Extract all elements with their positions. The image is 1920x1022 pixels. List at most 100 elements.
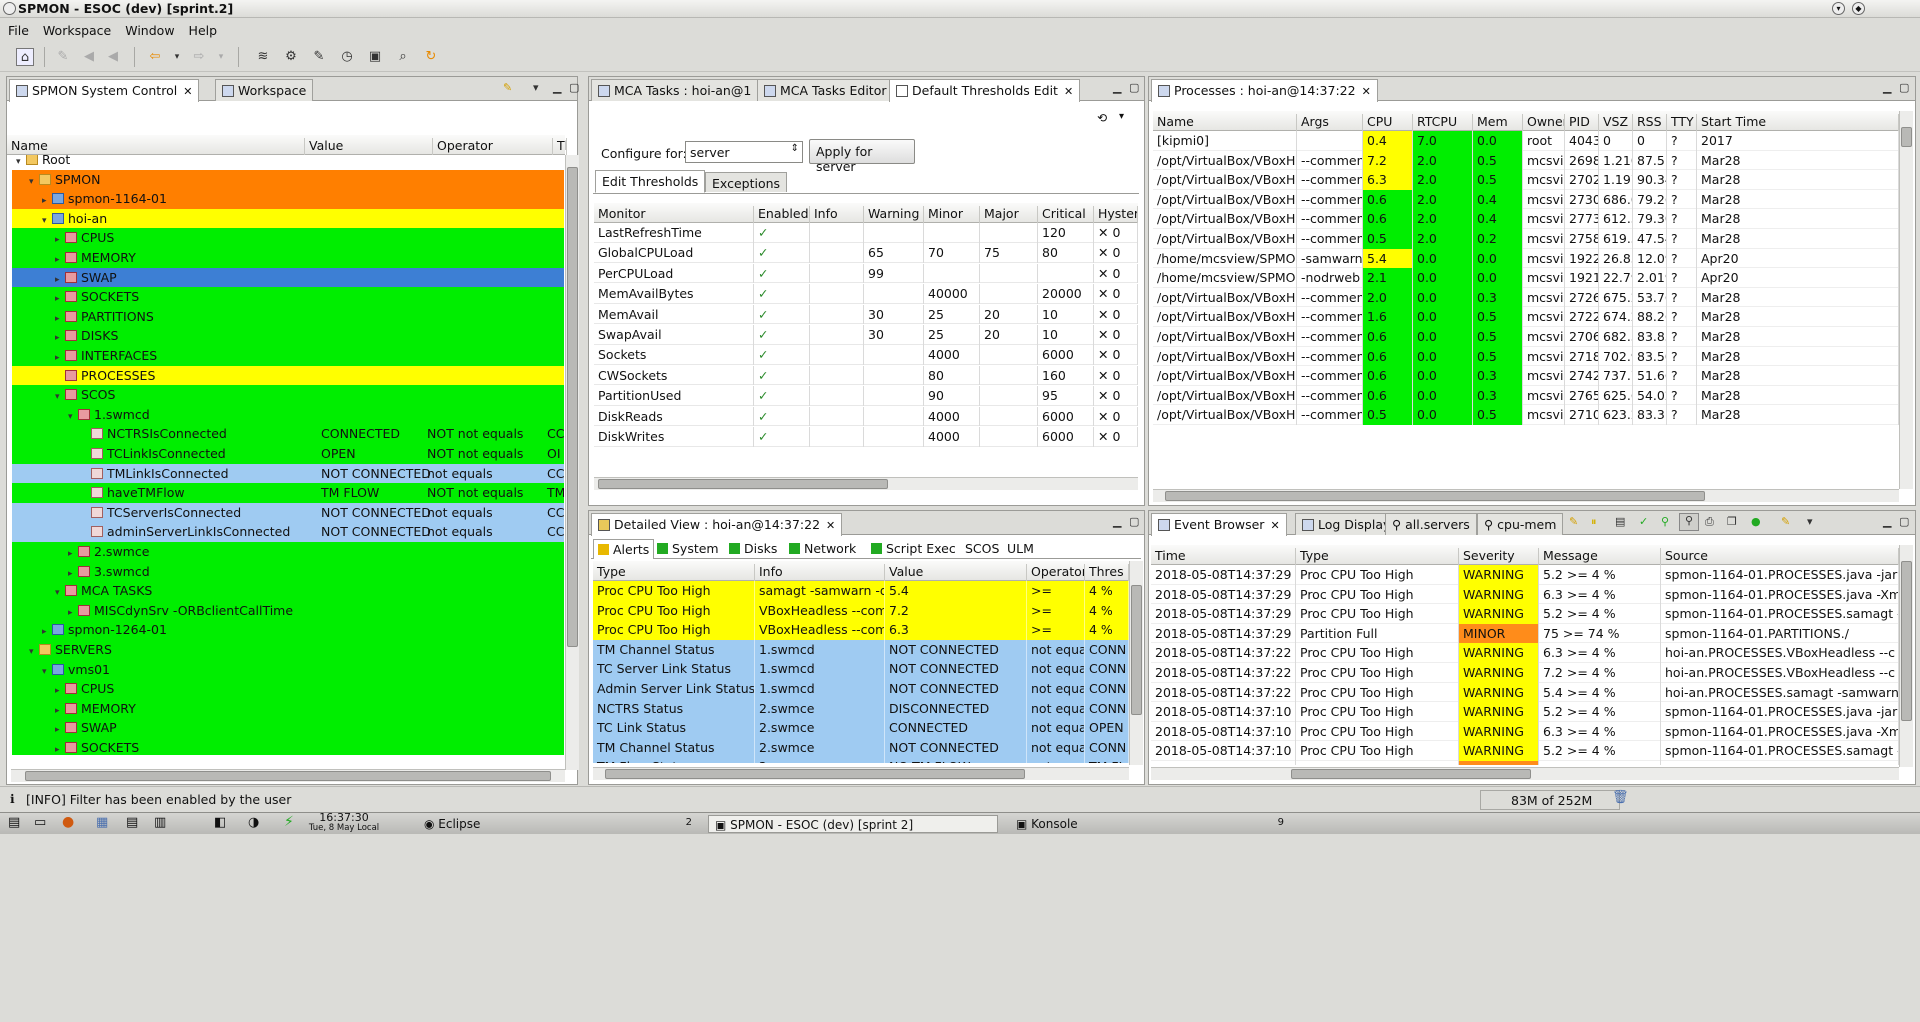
enabled-check[interactable]: ✓ <box>754 386 810 406</box>
tree-row[interactable]: ▾ SPMON <box>12 169 564 190</box>
back-icon[interactable]: ⇦ <box>146 48 164 66</box>
col-type[interactable]: Type <box>593 564 755 581</box>
terminal-icon[interactable]: ▣ <box>366 48 384 66</box>
process-row[interactable]: /opt/VirtualBox/VBoxHeadless--comment v0… <box>1153 346 1899 367</box>
tree-row[interactable]: ▾ SCOS <box>12 385 564 405</box>
subtab-system[interactable]: System <box>653 539 723 559</box>
threshold-value[interactable]: 160 <box>1038 365 1094 386</box>
tab-default-thresholds[interactable]: Default Thresholds Edit ✕ <box>889 79 1081 102</box>
col-hyster[interactable]: Hyster <box>1094 206 1138 223</box>
status-green-icon[interactable]: ● <box>1751 515 1761 528</box>
tab-event-browser[interactable]: Event Browser ✕ <box>1151 513 1287 536</box>
subtab-edit-thresholds[interactable]: Edit Thresholds <box>595 170 706 193</box>
threshold-value[interactable]: ✕ 0 <box>1094 304 1138 325</box>
tree-row[interactable]: ▸ spmon-1164-01 <box>12 189 564 209</box>
tree-row[interactable]: ▸ DISKS <box>12 326 564 346</box>
task-spmon[interactable]: ▣ SPMON - ESOC (dev) [sprint 2] <box>708 815 998 833</box>
tree-row[interactable]: ▸ SWAP <box>12 267 564 288</box>
detailed-hscroll[interactable] <box>593 767 1129 780</box>
detailed-vscroll[interactable] <box>1129 561 1143 765</box>
close-icon[interactable]: ✕ <box>1064 85 1073 98</box>
events-vscroll[interactable] <box>1899 545 1913 767</box>
threshold-value[interactable]: 90 <box>924 386 980 406</box>
tree-row[interactable]: ▾ SERVERS <box>12 640 564 660</box>
subtab-alerts[interactable]: Alerts <box>593 539 655 559</box>
tree-vscroll[interactable] <box>565 155 579 770</box>
threshold-value[interactable]: ✕ 0 <box>1094 406 1138 427</box>
col-info[interactable]: Info <box>810 206 864 223</box>
thresholds-hscroll[interactable] <box>594 477 1138 490</box>
threshold-value[interactable] <box>864 406 924 427</box>
alert-row[interactable]: TC Link Status 2.swmce CONNECTED not equal O… <box>593 718 1129 738</box>
threshold-value[interactable] <box>810 263 864 284</box>
enabled-check[interactable]: ✓ <box>754 223 810 243</box>
expand-arrow-icon[interactable]: ▾ <box>29 177 39 187</box>
expand-arrow-icon[interactable]: ▸ <box>55 745 65 755</box>
forward-icon[interactable]: ⇨ <box>190 48 208 66</box>
col-rtcpu[interactable]: RTCPU <box>1413 114 1473 131</box>
tab-detailed-view[interactable]: Detailed View : hoi-an@14:37:22 ✕ <box>591 513 843 536</box>
threshold-value[interactable]: 65 <box>864 243 924 263</box>
threshold-row[interactable]: GlobalCPULoad ✓ 65 70 75 80 ✕ 0 <box>594 243 1138 263</box>
tree-row[interactable]: ▸ 3.swmcd <box>12 561 564 582</box>
expand-arrow-icon[interactable]: ▸ <box>55 333 65 343</box>
process-row[interactable]: /home/mcsview/SPMON/SNM-nodrweb -d2.10.0… <box>1153 268 1899 288</box>
tray-icon[interactable]: ◧ <box>214 815 226 830</box>
threshold-value[interactable] <box>810 386 864 406</box>
col-severity[interactable]: Severity <box>1459 548 1539 565</box>
process-row[interactable]: /opt/VirtualBox/VBoxHeadless--comment v0… <box>1153 209 1899 229</box>
minimize-view-icon[interactable]: ▁ <box>553 81 561 94</box>
tree-row[interactable]: ▸ MEMORY <box>12 248 564 268</box>
threshold-value[interactable]: 30 <box>864 325 924 345</box>
process-row[interactable]: /opt/VirtualBox/VBoxHeadless--comment v0… <box>1153 385 1899 406</box>
threshold-value[interactable] <box>864 365 924 386</box>
app-launcher-icon[interactable]: ▤ <box>8 815 20 830</box>
task-eclipse[interactable]: ◉ Eclipse 2 <box>418 815 698 833</box>
expand-arrow-icon[interactable]: ▸ <box>68 608 78 618</box>
expand-arrow-icon[interactable]: ▸ <box>55 353 65 363</box>
sound-icon[interactable]: ◀ <box>104 48 122 66</box>
enabled-check[interactable]: ✓ <box>754 263 810 284</box>
event-row[interactable]: 2018-05-08T14:37:22 Proc CPU Too High WARN… <box>1151 663 1899 683</box>
expand-arrow-icon[interactable]: ▸ <box>42 196 52 206</box>
alert-row[interactable]: Proc CPU Too High VBoxHeadless --com 6.3 >=… <box>593 620 1129 640</box>
expand-arrow-icon[interactable]: ▸ <box>55 294 65 304</box>
tab-mca-tasks-editor[interactable]: MCA Tasks Editor <box>757 79 894 101</box>
alert-row[interactable]: TM Channel Status 2.swmce NOT CONNECTED not… <box>593 737 1129 758</box>
tree-row[interactable]: NCTRSIsConnected CONNECTED NOT not equals C… <box>12 424 564 444</box>
alert-row[interactable]: TM Flow Status2.swmceNO TM FLOWnot equal… <box>593 757 1129 763</box>
close-icon[interactable]: ✕ <box>826 519 835 532</box>
threshold-value[interactable] <box>864 427 924 447</box>
menu-help[interactable]: Help <box>189 23 218 38</box>
firefox-icon[interactable]: ● <box>62 814 74 830</box>
enabled-check[interactable]: ✓ <box>754 365 810 386</box>
enabled-check[interactable]: ✓ <box>754 243 810 263</box>
expand-arrow-icon[interactable]: ▾ <box>68 412 78 422</box>
col-args[interactable]: Args <box>1297 114 1363 131</box>
col-type[interactable]: Type <box>1296 548 1459 565</box>
tree-row[interactable]: ▸ SOCKETS <box>12 738 564 755</box>
enabled-check[interactable]: ✓ <box>754 345 810 365</box>
threshold-value[interactable] <box>924 263 980 284</box>
threshold-row[interactable]: MemAvailBytes ✓ 40000 20000 ✕ 0 <box>594 284 1138 304</box>
maximize-view-icon[interactable]: ▢ <box>1899 81 1909 94</box>
event-row[interactable]: 2018-05-08T14:37:10Partition FullMINOR75… <box>1151 761 1899 765</box>
mute-icon[interactable]: ◀ <box>80 48 98 66</box>
refresh-icon[interactable]: ↻ <box>422 48 440 66</box>
process-row[interactable]: /opt/VirtualBox/VBoxHeadless--comment v0… <box>1153 327 1899 347</box>
threshold-value[interactable]: 4000 <box>924 345 980 365</box>
col-operator[interactable]: Operator <box>433 138 553 155</box>
process-row[interactable]: /opt/VirtualBox/VBoxHeadless--comment v1… <box>1153 307 1899 327</box>
clock-icon[interactable]: ◷ <box>338 48 356 66</box>
tab-mca-tasks[interactable]: MCA Tasks : hoi-an@1 <box>591 79 759 101</box>
forward-dropdown-icon[interactable]: ▾ <box>212 48 230 66</box>
threshold-value[interactable]: 95 <box>1038 386 1094 406</box>
col-minor[interactable]: Minor <box>924 206 980 223</box>
process-row[interactable]: /opt/VirtualBox/VBoxHeadless--comment v2… <box>1153 287 1899 308</box>
acknowledge-icon[interactable]: ✓ <box>1639 515 1648 528</box>
view-menu-icon[interactable]: ▾ <box>1119 111 1124 122</box>
threshold-row[interactable]: SwapAvail ✓ 30 25 20 10 ✕ 0 <box>594 325 1138 345</box>
tree-hscroll[interactable] <box>11 769 565 782</box>
subtab-disks[interactable]: Disks <box>725 539 781 559</box>
tab-log-display[interactable]: Log Display <box>1295 513 1398 535</box>
